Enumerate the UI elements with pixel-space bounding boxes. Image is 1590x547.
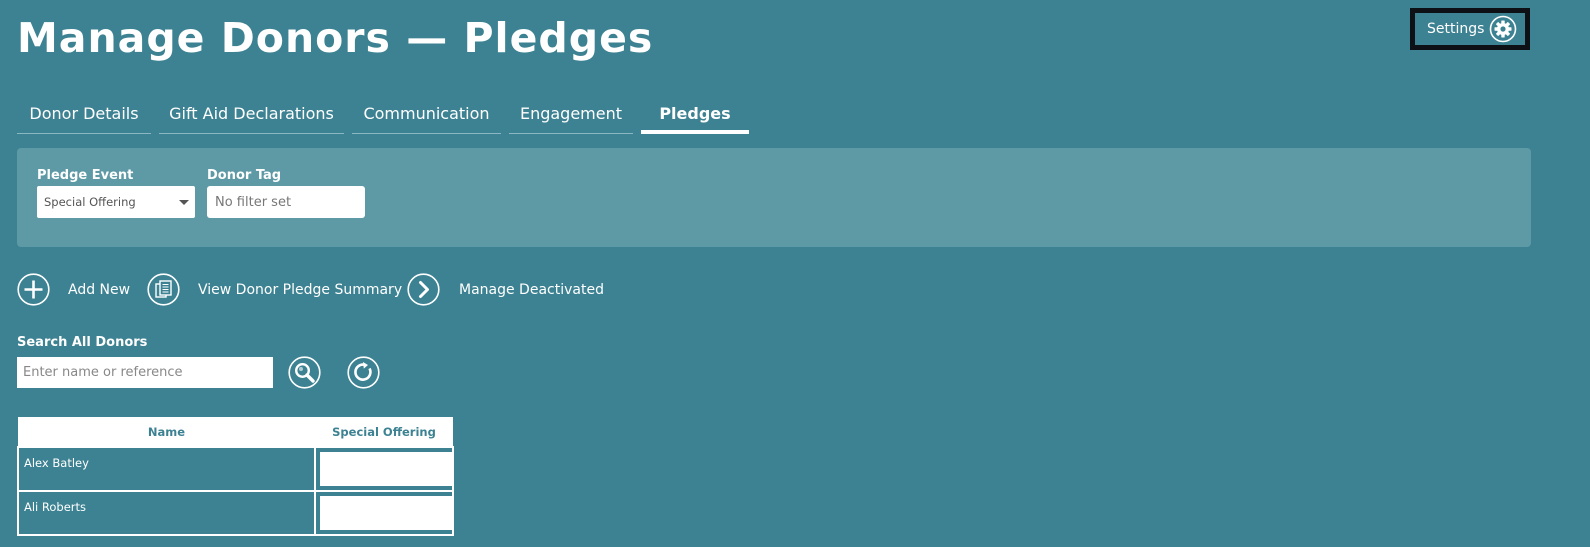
add-new-label: Add New xyxy=(68,281,131,298)
tab-engagement[interactable]: Engagement xyxy=(509,93,633,134)
settings-button[interactable]: Settings xyxy=(1410,8,1530,50)
tab-pledges[interactable]: Pledges xyxy=(641,93,749,134)
tab-donor-details[interactable]: Donor Details xyxy=(17,93,151,134)
tab-gift-aid-declarations[interactable]: Gift Aid Declarations xyxy=(159,93,344,134)
amount-cell xyxy=(314,490,454,536)
table-row: Alex Batley xyxy=(17,446,454,492)
settings-label: Settings xyxy=(1427,21,1485,37)
tab-communication[interactable]: Communication xyxy=(352,93,501,134)
table-row: Ali Roberts xyxy=(17,490,454,536)
page-title: Manage Donors — Pledges xyxy=(17,14,654,62)
caret-down-icon xyxy=(179,199,189,205)
plus-circle-icon xyxy=(17,273,50,306)
column-header-special-offering: Special Offering xyxy=(315,417,453,447)
amount-cell xyxy=(314,446,454,492)
gear-icon xyxy=(1489,15,1517,43)
search-input[interactable] xyxy=(17,357,273,388)
pledge-amount-input[interactable] xyxy=(320,452,452,486)
view-donor-pledge-summary-button[interactable]: View Donor Pledge Summary xyxy=(147,273,402,306)
pledge-event-filter: Pledge Event Special Offering xyxy=(37,166,195,218)
manage-deactivated-label: Manage Deactivated xyxy=(459,281,604,298)
pledge-amount-input[interactable] xyxy=(320,496,452,530)
pledge-event-value: Special Offering xyxy=(44,195,136,209)
column-header-name: Name xyxy=(18,417,315,447)
pledge-event-label: Pledge Event xyxy=(37,168,134,183)
donor-tag-label: Donor Tag xyxy=(207,168,282,183)
table-header-row: Name Special Offering xyxy=(18,417,453,447)
search-icon[interactable] xyxy=(288,356,321,389)
donor-tag-input[interactable] xyxy=(207,186,365,218)
refresh-icon[interactable] xyxy=(347,356,380,389)
pledge-event-select[interactable]: Special Offering xyxy=(37,186,195,218)
donor-tag-filter: Donor Tag xyxy=(207,166,365,218)
filter-panel: Pledge Event Special Offering Donor Tag xyxy=(17,148,1531,247)
donor-name: Alex Batley xyxy=(17,446,316,492)
manage-deactivated-button[interactable]: Manage Deactivated xyxy=(407,273,604,306)
donor-name: Ali Roberts xyxy=(17,490,316,536)
documents-icon xyxy=(147,273,180,306)
search-label: Search All Donors xyxy=(17,335,148,350)
view-summary-label: View Donor Pledge Summary xyxy=(198,281,403,298)
chevron-right-circle-icon xyxy=(407,273,440,306)
donor-table: Name Special Offering Alex Batley Ali Ro… xyxy=(17,417,454,536)
add-new-button[interactable]: Add New xyxy=(17,273,130,306)
tab-bar: Donor Details Gift Aid Declarations Comm… xyxy=(17,93,749,134)
